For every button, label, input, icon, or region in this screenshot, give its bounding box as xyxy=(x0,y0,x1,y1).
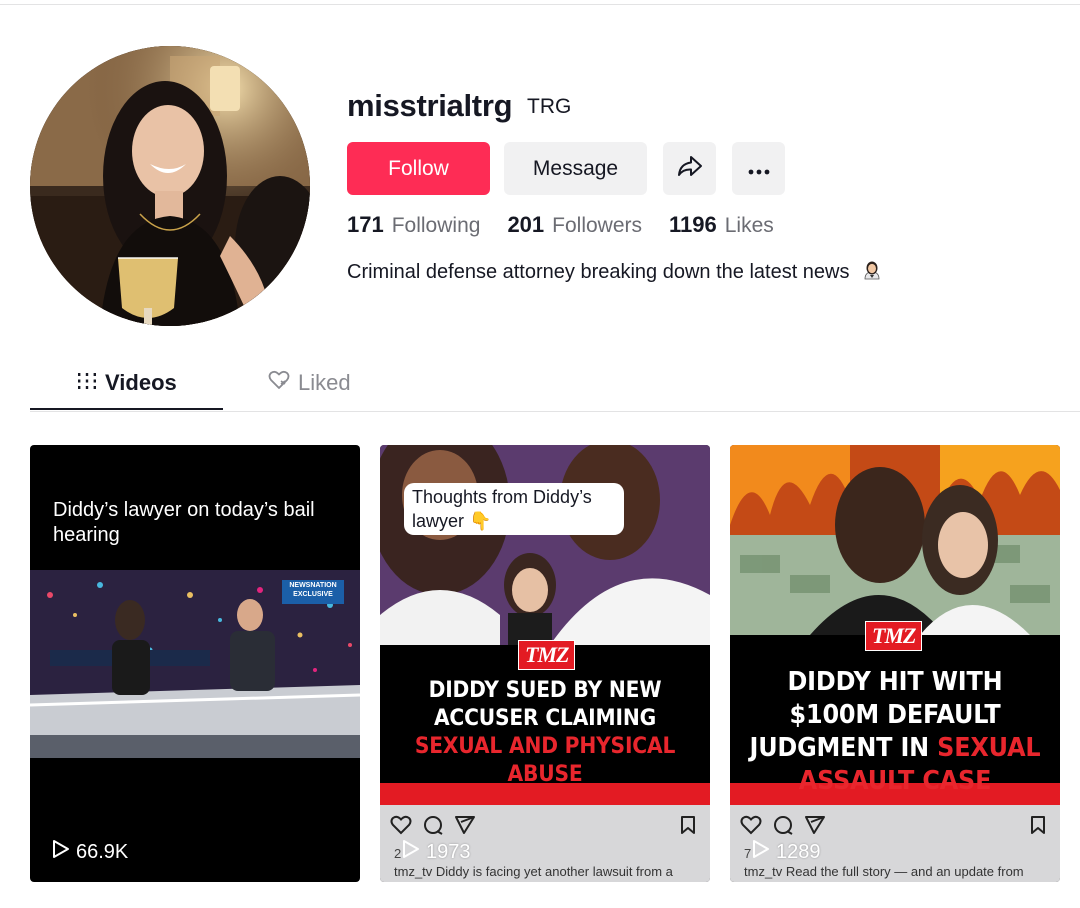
profile-bio: Criminal defense attorney breaking down … xyxy=(347,259,883,287)
avatar[interactable] xyxy=(30,46,310,326)
video-card[interactable]: TMZ DIDDY HIT WITH $100M DEFAULT JUDGMEN… xyxy=(730,445,1060,882)
comment-icon xyxy=(772,815,794,840)
message-button[interactable]: Message xyxy=(504,142,647,195)
followers-count: 201 xyxy=(507,212,545,237)
view-count: 1973 xyxy=(402,839,471,865)
tab-videos-label: Videos xyxy=(105,370,177,395)
more-options-button[interactable] xyxy=(732,142,785,195)
more-dots-icon xyxy=(748,157,770,181)
tab-liked[interactable]: Liked xyxy=(268,368,351,398)
follow-button[interactable]: Follow xyxy=(347,142,490,195)
ig-action-icons xyxy=(390,815,476,840)
video-caption-bubble: Thoughts from Diddy’s lawyer 👇 xyxy=(404,483,624,535)
likes-label: Likes xyxy=(724,214,774,237)
headline-white-text: DIDDY SUED BY NEW ACCUSER CLAIMING xyxy=(428,678,662,731)
video-headline: DIDDY HIT WITH $100M DEFAULT JUDGMENT IN… xyxy=(743,666,1047,798)
following-label: Following xyxy=(391,214,481,237)
likes-stat: 1196 Likes xyxy=(669,212,774,238)
active-tab-indicator xyxy=(30,408,223,410)
send-icon xyxy=(804,815,826,840)
view-count-value: 66.9K xyxy=(76,840,129,863)
likes-count: 1196 xyxy=(669,212,717,237)
send-icon xyxy=(454,815,476,840)
view-count: 66.9K xyxy=(52,839,128,865)
share-arrow-icon xyxy=(677,154,703,184)
tmz-logo: TMZ xyxy=(518,640,576,670)
play-icon xyxy=(402,839,426,865)
profile-username: misstrialtrg xyxy=(347,88,513,123)
ig-date-text: 2 xyxy=(394,846,402,861)
headline-red-text: SEXUAL AND PHYSICAL ABUSE xyxy=(414,734,676,787)
followers-stat[interactable]: 201 Followers xyxy=(507,212,642,238)
woman-judge-emoji-icon xyxy=(861,259,883,287)
following-stat[interactable]: 171 Following xyxy=(347,212,480,238)
tab-liked-label: Liked xyxy=(298,370,351,395)
ig-action-icons xyxy=(740,815,826,840)
bookmark-icon xyxy=(680,815,696,840)
heart-icon xyxy=(390,815,412,840)
tab-videos[interactable]: Videos xyxy=(77,368,177,398)
grid-bars-icon xyxy=(77,370,105,396)
video-headline: DIDDY SUED BY NEW ACCUSER CLAIMING SEXUA… xyxy=(393,677,697,789)
view-count: 1289 xyxy=(752,839,821,865)
heart-icon xyxy=(740,815,762,840)
tmz-logo: TMZ xyxy=(865,621,923,651)
video-card[interactable]: Thoughts from Diddy’s lawyer 👇 TMZ DIDDY… xyxy=(380,445,710,882)
bio-text: Criminal defense attorney breaking down … xyxy=(347,261,850,283)
bookmark-icon xyxy=(1030,815,1046,840)
newsnation-badge: NEWSNATION EXCLUSIVE xyxy=(289,582,337,598)
view-count-value: 1289 xyxy=(776,840,821,863)
ig-caption-text: tmz_tv Diddy is facing yet another lawsu… xyxy=(394,864,673,879)
profile-stats: 171 Following 201 Followers 1196 Likes xyxy=(347,212,801,238)
video-caption: Diddy’s lawyer on today’s bail hearing xyxy=(53,499,315,546)
play-icon xyxy=(752,839,776,865)
following-count: 171 xyxy=(347,212,384,237)
share-button[interactable] xyxy=(663,142,716,195)
view-count-value: 1973 xyxy=(426,840,471,863)
ig-caption-text: tmz_tv Read the full story — and an upda… xyxy=(744,864,1024,879)
ig-date-text: 7 xyxy=(744,846,752,861)
heart-outline-icon xyxy=(268,370,298,396)
play-icon xyxy=(52,839,76,865)
tabs-divider xyxy=(30,411,1080,412)
top-divider xyxy=(0,4,1080,5)
profile-nickname: TRG xyxy=(527,95,572,118)
video-card[interactable]: Diddy’s lawyer on today’s bail hearing N… xyxy=(30,445,360,882)
followers-label: Followers xyxy=(552,214,643,237)
comment-icon xyxy=(422,815,444,840)
